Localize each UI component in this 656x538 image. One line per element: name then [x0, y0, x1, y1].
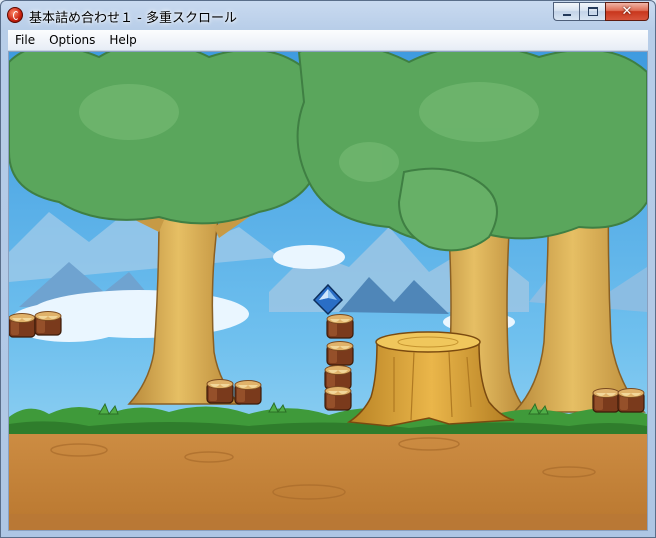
- window-title: 基本詰め合わせ１ - 多重スクロール: [29, 11, 237, 26]
- maximize-icon: [587, 7, 598, 16]
- game-scene: [9, 52, 647, 530]
- app-icon[interactable]: [7, 7, 23, 23]
- menu-help[interactable]: Help: [102, 30, 143, 50]
- menu-file[interactable]: File: [8, 30, 42, 50]
- ground: [9, 406, 647, 530]
- close-button[interactable]: ✕: [605, 2, 649, 21]
- maximize-button[interactable]: [579, 2, 605, 21]
- game-window: 基本詰め合わせ１ - 多重スクロール ✕ File Options Help: [0, 0, 656, 538]
- caption-buttons: ✕: [553, 2, 649, 21]
- menu-options[interactable]: Options: [42, 30, 102, 50]
- menu-bar: File Options Help: [8, 30, 648, 51]
- minimize-button[interactable]: [553, 2, 579, 21]
- close-icon: ✕: [621, 4, 633, 19]
- title-bar[interactable]: 基本詰め合わせ１ - 多重スクロール ✕: [1, 1, 655, 29]
- minimize-icon: [562, 13, 571, 16]
- game-viewport[interactable]: [8, 51, 648, 531]
